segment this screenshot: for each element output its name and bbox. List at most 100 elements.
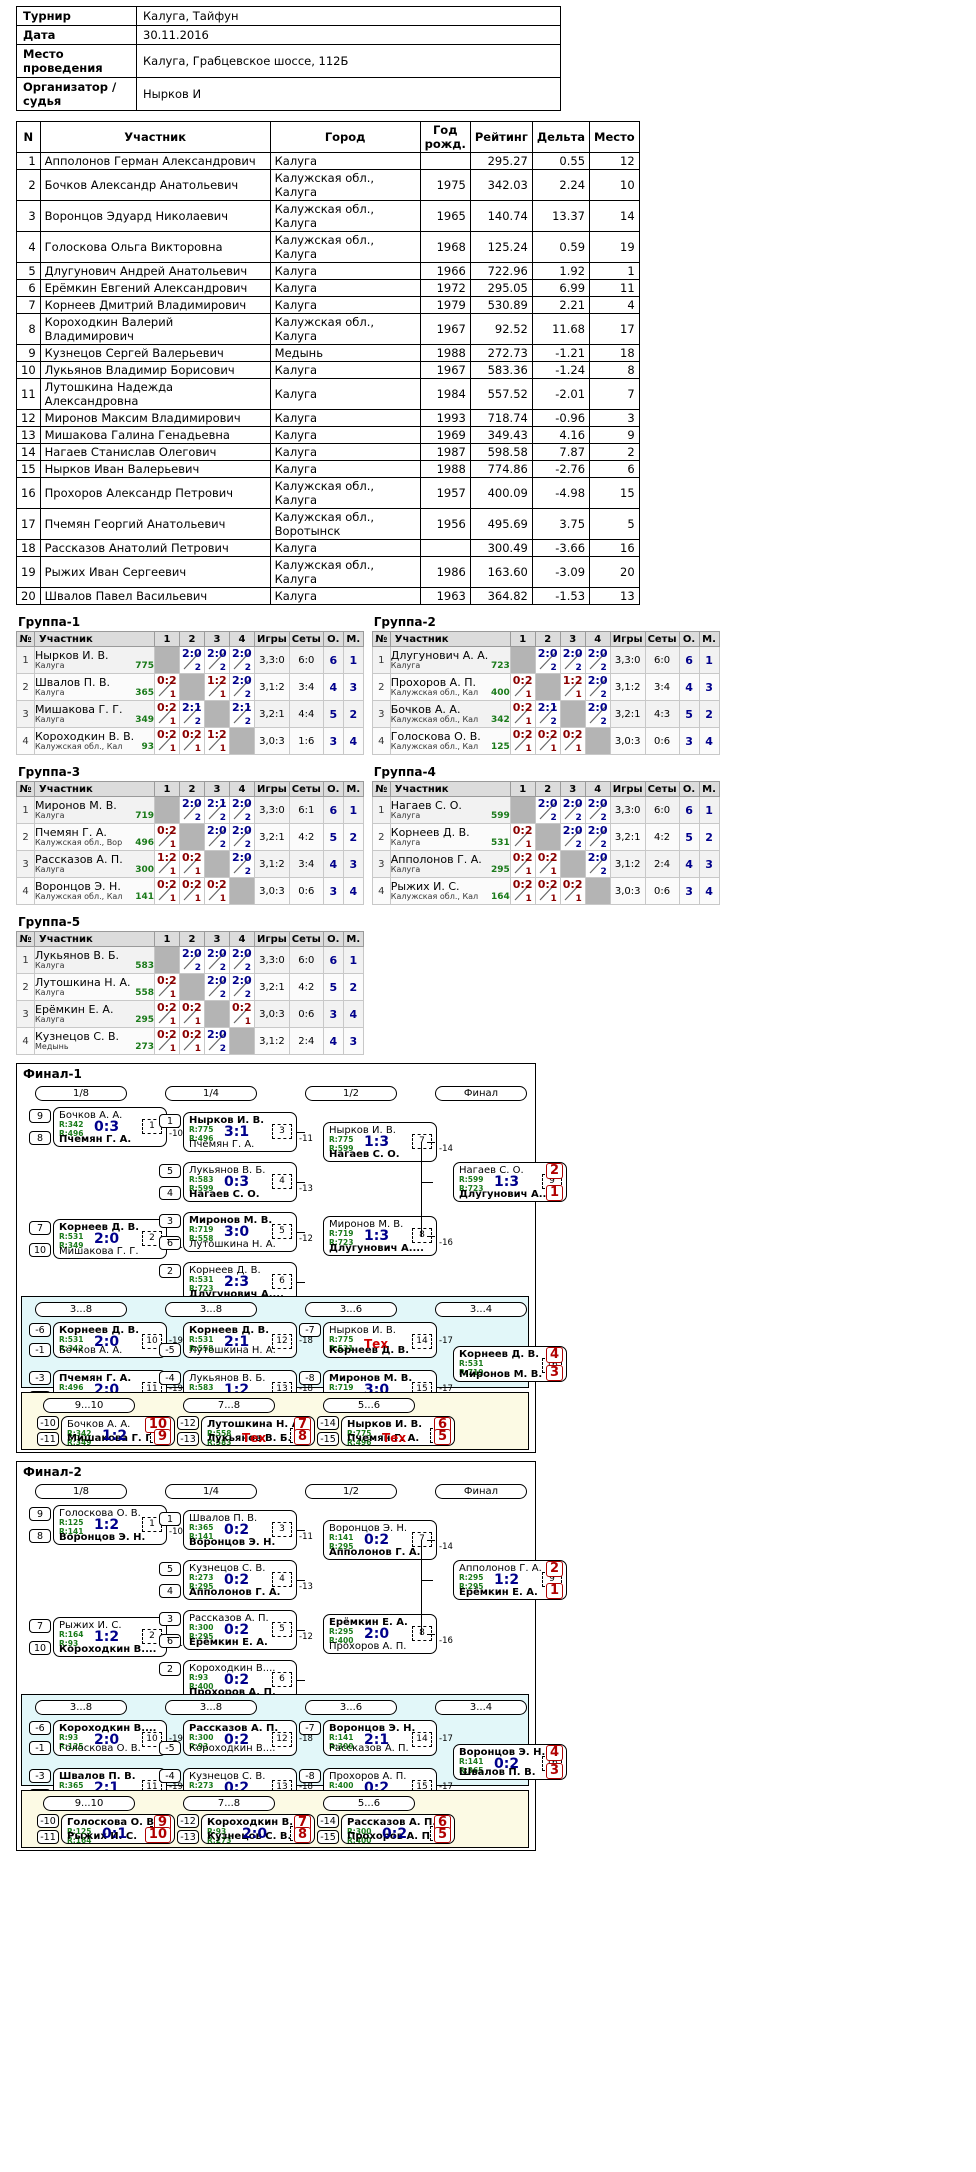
bracket-match-box[interactable]: Корнеев Д. В. R:531 R:342 Бочков А. А. 2:0 10 <box>53 1322 167 1358</box>
match-score: 1:2 <box>157 851 177 864</box>
group-match-cell[interactable]: 0:2 1 <box>534 850 561 878</box>
group-match-cell[interactable]: 0:2 1 <box>179 1027 205 1055</box>
group-match-cell[interactable]: 2:0 2 <box>229 973 255 1001</box>
group-match-cell[interactable]: 2:0 2 <box>584 850 611 878</box>
bracket-match-box[interactable]: Воронцов Э. Н. R:141 R:300 Рассказов А. П. 2… <box>323 1720 437 1756</box>
group-match-cell[interactable]: 2:0 2 <box>559 796 586 824</box>
group-match-cell[interactable]: 0:2 1 <box>179 1000 205 1028</box>
bracket-connector <box>421 1580 433 1581</box>
group-match-cell[interactable]: 0:2 1 <box>509 673 536 701</box>
group-match-cell[interactable]: 0:2 1 <box>509 823 536 851</box>
group-match-cell[interactable]: 2:0 2 <box>204 973 230 1001</box>
bracket-match-box[interactable]: Нырков И. В. R:775 R:496 Пчемян Г. А. 3:1 3 <box>183 1112 297 1152</box>
group-match-cell[interactable]: 2:1 2 <box>179 700 205 728</box>
group-match-cell[interactable]: 2:0 2 <box>534 796 561 824</box>
group-match-cell[interactable]: 2:0 2 <box>584 673 611 701</box>
group-match-cell[interactable]: 1:2 1 <box>559 673 586 701</box>
group-match-cell[interactable]: 0:2 1 <box>559 727 586 755</box>
group-match-cell[interactable]: 2:1 2 <box>229 700 255 728</box>
group-match-cell[interactable]: 2:0 2 <box>229 796 255 824</box>
bracket-match-box[interactable]: Короходкин В.... R:93 R:125 Голоскова О. В.… <box>53 1720 167 1756</box>
table-row: 17 Пчемян Георгий Анатольевич Калужская об… <box>16 508 640 540</box>
bracket-match-box[interactable]: Нырков И. В. R:775 R:531 Корнеев Д. В. Тех 14 <box>323 1322 437 1358</box>
info-row: Дата 30.11.2016 <box>16 25 561 45</box>
bracket-match-box[interactable]: Воронцов Э. Н.R:141R:365Швалов П. В.0:21… <box>453 1744 567 1780</box>
group-match-cell[interactable]: 2:0 2 <box>229 673 255 701</box>
group-match-cell[interactable]: 0:2 1 <box>229 1000 255 1028</box>
group-match-cell[interactable]: 2:0 2 <box>179 946 205 974</box>
group-match-cell[interactable]: 0:2 1 <box>154 823 180 851</box>
participant-cell: Калуга <box>269 361 421 379</box>
group-match-cell[interactable]: 2:0 2 <box>179 796 205 824</box>
bracket-match-box[interactable]: Лукьянов В. Б. R:583 R:599 Нагаев С. О. 0:3 4 <box>183 1162 297 1202</box>
group-match-cell[interactable]: 2:0 2 <box>204 1027 230 1055</box>
group-match-cell[interactable]: 2:0 2 <box>584 823 611 851</box>
bracket-match-box[interactable]: Ерёмкин Е. А. R:295 R:400 Прохоров А. П. 2:0… <box>323 1614 437 1654</box>
match-points: 1 <box>169 744 176 754</box>
bracket-match-box[interactable]: Бочков А. А. R:342 R:496 Пчемян Г. А. 0:3 1 <box>53 1107 167 1147</box>
group-match-cell[interactable]: 2:0 2 <box>559 823 586 851</box>
bracket-match-box[interactable]: Голоскова О. В.R:125R:164Рыжих И. С.0:11… <box>61 1814 175 1845</box>
group-match-cell[interactable]: 0:2 1 <box>154 1027 180 1055</box>
group-row-entry: 1 Лукьянов В. Б. Калуга 583 2:0 2 2:0 2 2:0 2 3,3:… <box>16 946 364 974</box>
bracket-match-box[interactable]: Бочков А. А. R:342 R:349 Мишакова Г. Г. 1:2 1… <box>61 1416 175 1447</box>
group-match-cell[interactable]: 0:2 1 <box>509 877 536 905</box>
group-match-cell[interactable]: 2:0 2 <box>204 823 230 851</box>
group-match-cell[interactable]: 1:2 1 <box>204 673 230 701</box>
group-match-cell[interactable]: 2:0 2 <box>204 946 230 974</box>
group-match-cell[interactable]: 2:0 2 <box>229 646 255 674</box>
group-match-cell[interactable]: 0:2 1 <box>154 673 180 701</box>
bracket-match-box[interactable]: Швалов П. В. R:365 R:141 Воронцов Э. Н. 0:2 3 <box>183 1510 297 1550</box>
bracket-match-box[interactable]: Кузнецов С. В. R:273 R:295 Апполонов Г. А. 0… <box>183 1560 297 1600</box>
group-match-cell[interactable]: 0:2 1 <box>154 973 180 1001</box>
bracket-match-box[interactable]: Рассказов А. П. R:300 R:400 Прохоров А. П. 0… <box>341 1814 455 1845</box>
group-match-cell[interactable]: 2:1 2 <box>534 700 561 728</box>
bracket-match-box[interactable]: Апполонов Г. А. R:295 R:295 Ерёмкин Е. А. 1:… <box>453 1560 567 1600</box>
group-match-cell[interactable]: 0:2 1 <box>534 727 561 755</box>
bracket-match-box[interactable]: Миронов М. В. R:719 R:723 Длугунович А.... 1… <box>323 1216 437 1256</box>
group-match-cell[interactable]: 0:2 1 <box>179 850 205 878</box>
group-match-cell[interactable]: 2:0 2 <box>534 646 561 674</box>
bracket-match-box[interactable]: Короходкин В.... R:93 R:273 Кузнецов С. В. 2… <box>201 1814 315 1845</box>
group-match-cell[interactable]: 2:0 2 <box>229 946 255 974</box>
bracket-match-box[interactable]: Воронцов Э. Н. R:141 R:295 Апполонов Г. А. 0… <box>323 1520 437 1560</box>
bracket-match-box[interactable]: Лутошкина Н. А. R:558 R:583 Лукьянов В. Б. Т… <box>201 1416 315 1447</box>
group-match-cell[interactable]: 0:2 1 <box>509 850 536 878</box>
group-match-cell[interactable]: 0:2 1 <box>534 877 561 905</box>
group-match-cell[interactable]: 0:2 1 <box>154 700 180 728</box>
bracket-match-box[interactable]: Корнеев Д. В. R:531 R:558 Лутошкина Н. А. 2:… <box>183 1322 297 1358</box>
group-match-cell[interactable]: 2:1 2 <box>204 796 230 824</box>
group-match-cell[interactable]: 0:2 1 <box>154 1000 180 1028</box>
bracket-match-box[interactable]: Голоскова О. В. R:125 R:141 Воронцов Э. Н. 1… <box>53 1505 167 1545</box>
group-match-cell[interactable]: 2:0 2 <box>204 646 230 674</box>
group-match-cell[interactable]: 0:2 1 <box>179 877 205 905</box>
group-match-cell[interactable]: 2:0 2 <box>584 700 611 728</box>
group-match-cell[interactable]: 1:2 1 <box>204 727 230 755</box>
group-match-cell[interactable]: 0:2 1 <box>154 877 180 905</box>
group-match-cell[interactable]: 2:0 2 <box>559 646 586 674</box>
group-match-cell[interactable]: 0:2 1 <box>154 727 180 755</box>
player-name: Швалов П. В. <box>35 676 111 688</box>
match-score: 1:2 <box>562 674 583 687</box>
bracket-score: 0:1 <box>102 1826 128 1842</box>
bracket-match-box[interactable]: Корнеев Д. В.R:531R:719Миронов М. В.1643 <box>453 1346 567 1382</box>
group-match-cell[interactable]: 0:2 1 <box>204 877 230 905</box>
bracket-match-box[interactable]: Миронов М. В. R:719 R:558 Лутошкина Н. А. 3:… <box>183 1212 297 1252</box>
group-match-cell[interactable]: 2:0 2 <box>229 823 255 851</box>
bracket-match-box[interactable]: Рассказов А. П. R:300 R:93 Короходкин В....… <box>183 1720 297 1756</box>
group-match-cell[interactable]: 2:0 2 <box>584 796 611 824</box>
bracket-match-box[interactable]: Рассказов А. П. R:300 R:295 Ерёмкин Е. А. 0:… <box>183 1610 297 1650</box>
group-match-cell[interactable]: 2:0 2 <box>584 646 611 674</box>
group-match-cell[interactable]: 0:2 1 <box>179 727 205 755</box>
bracket-match-box[interactable]: Нырков И. В.R:775R:496Пчемян Г. А.Тех176… <box>341 1416 455 1447</box>
bracket-match-box[interactable]: Корнеев Д. В. R:531 R:349 Мишакова Г. Г. 2:0… <box>53 1219 167 1259</box>
group-match-cell[interactable]: 0:2 1 <box>509 700 536 728</box>
group-match-cell[interactable]: 0:2 1 <box>509 727 536 755</box>
group-match-cell[interactable]: 1:2 1 <box>154 850 180 878</box>
bracket-match-box[interactable]: Нагаев С. О. R:599 R:723 Длугунович А.... 1:… <box>453 1162 567 1202</box>
bracket-match-box[interactable]: Рыжих И. С. R:164 R:93 Короходкин В.... 1:2 2 <box>53 1617 167 1657</box>
group-match-cell[interactable]: 0:2 1 <box>559 877 586 905</box>
bracket-match-box[interactable]: Нырков И. В. R:775 R:599 Нагаев С. О. 1:3 7 <box>323 1122 437 1162</box>
group-match-cell[interactable]: 2:0 2 <box>179 646 205 674</box>
group-match-cell[interactable]: 2:0 2 <box>229 850 255 878</box>
